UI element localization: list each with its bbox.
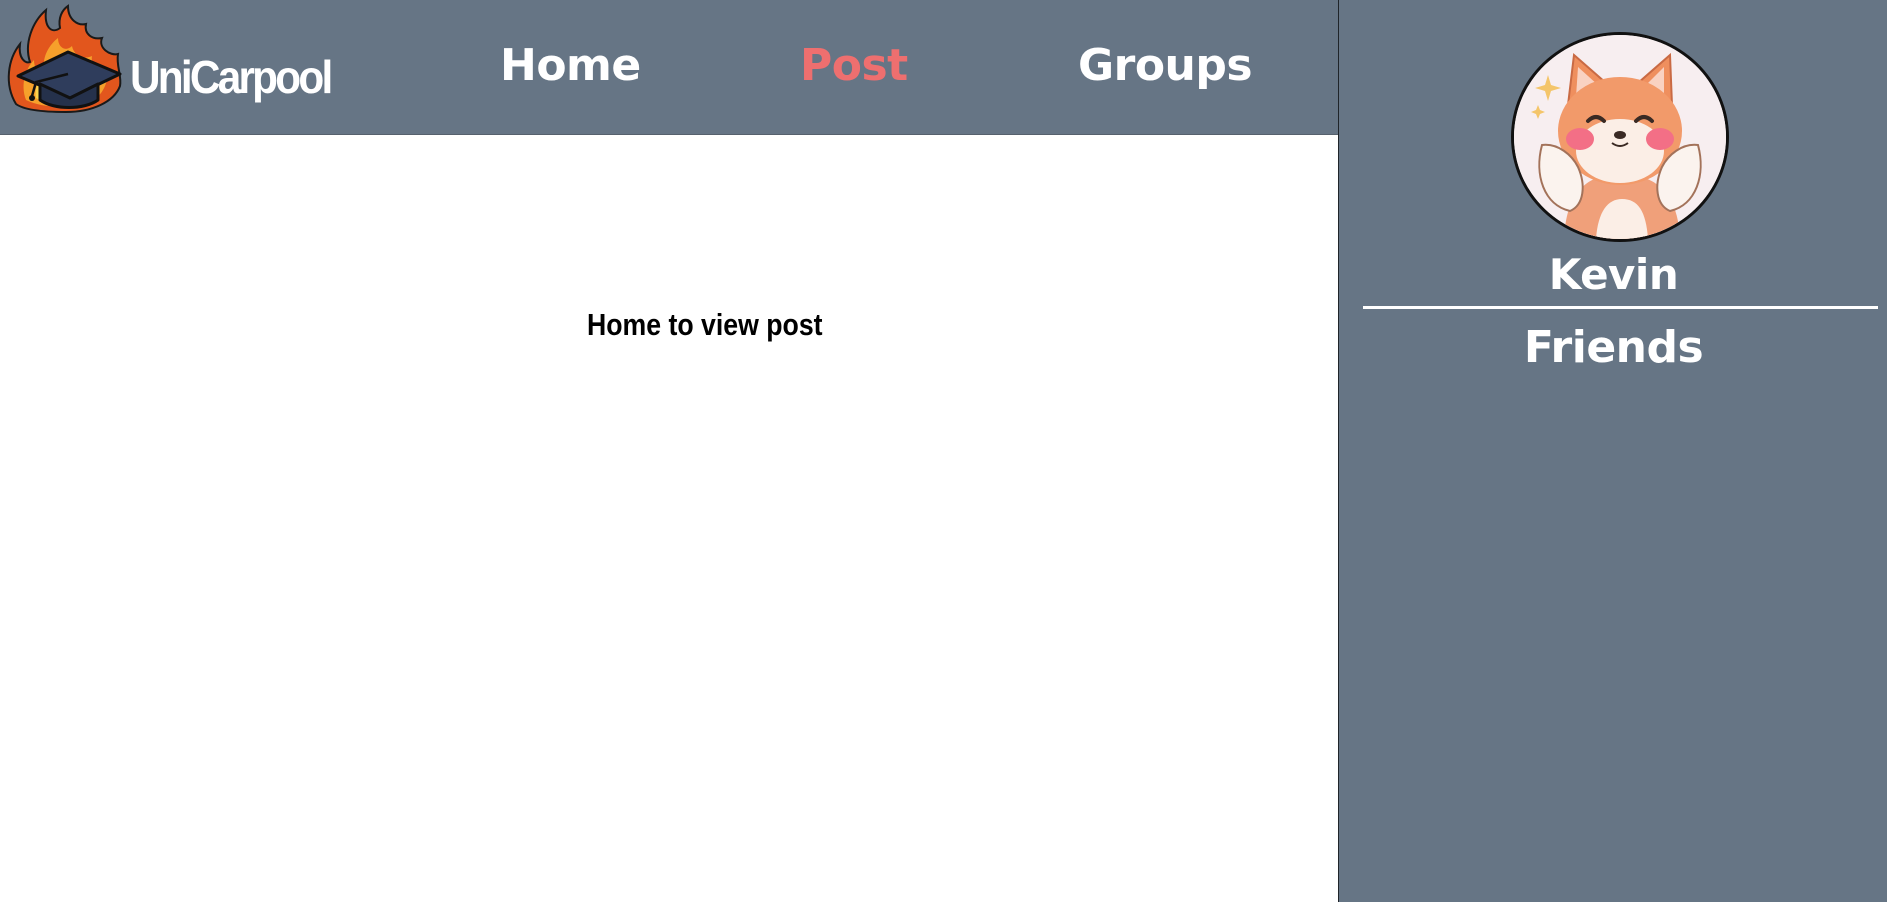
friends-heading[interactable]: Friends	[1339, 322, 1887, 373]
brand-name: UniCarpool	[130, 51, 333, 103]
profile-sidebar: Kevin Friends	[1338, 0, 1887, 902]
shiba-dog-avatar	[1514, 35, 1726, 239]
app-window: UniCarpool Home Post Groups Home to view…	[0, 0, 1887, 902]
empty-state-message: Home to view post	[587, 307, 823, 342]
profile-username: Kevin	[1548, 250, 1679, 299]
flaming-graduation-cap-icon[interactable]	[6, 4, 124, 116]
nav-groups-link[interactable]: Groups	[1078, 40, 1253, 91]
avatar[interactable]	[1511, 32, 1729, 242]
sidebar-divider	[1363, 306, 1878, 309]
top-header: UniCarpool Home Post Groups	[0, 0, 1338, 135]
nav-post-link[interactable]: Post	[800, 40, 908, 91]
nav-home-link[interactable]: Home	[500, 40, 641, 91]
main-content: Home to view post	[0, 135, 1338, 902]
